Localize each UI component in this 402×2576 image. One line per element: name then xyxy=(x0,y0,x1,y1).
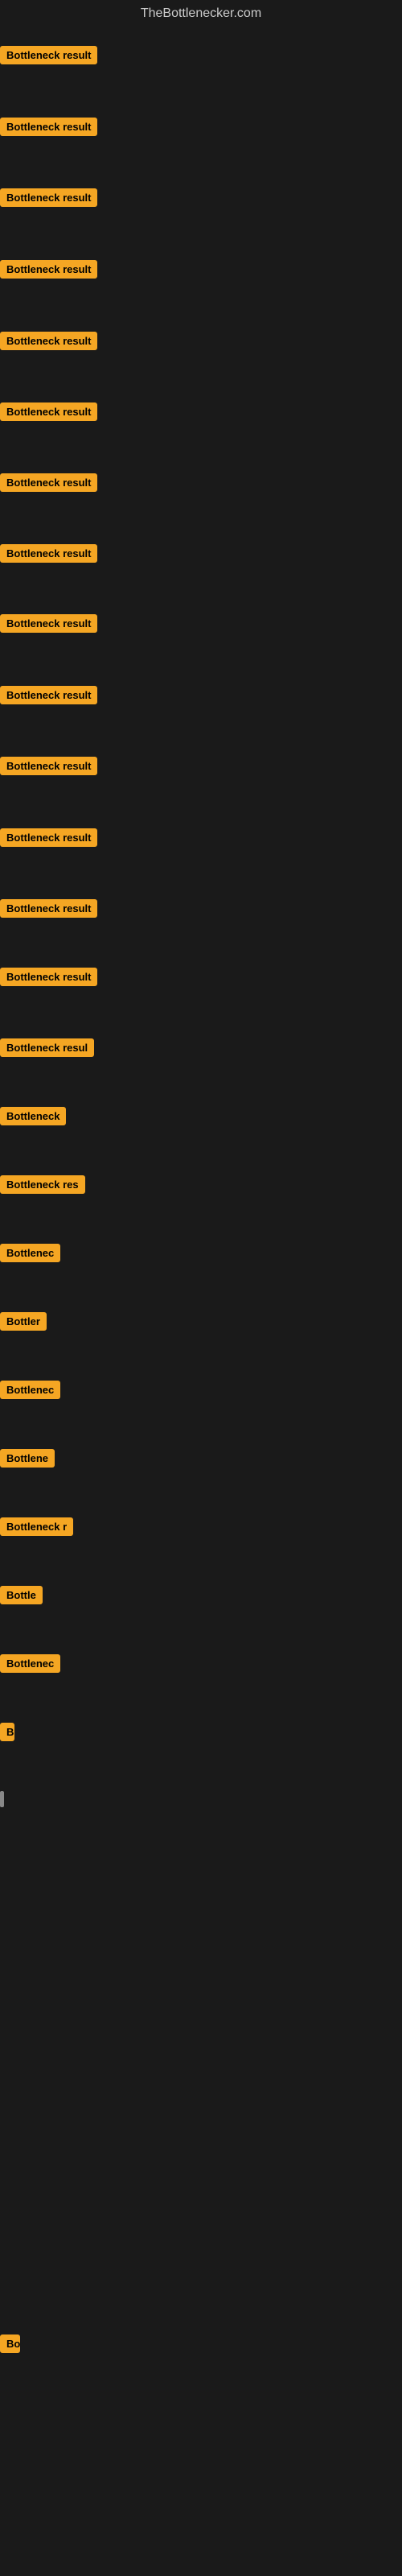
bottleneck-badge[interactable]: Bottleneck result xyxy=(0,614,97,637)
bottleneck-badge[interactable]: Bottlenec xyxy=(0,1381,60,1403)
bottleneck-badge[interactable]: Bottleneck result xyxy=(0,118,97,140)
badge-label: Bottleneck result xyxy=(0,544,97,563)
bottleneck-badge[interactable]: Bottleneck result xyxy=(0,686,97,708)
badge-label: Bottleneck result xyxy=(0,332,97,350)
bottleneck-badge[interactable]: Bottleneck result xyxy=(0,828,97,851)
bottleneck-badge[interactable]: Bottleneck xyxy=(0,1107,66,1129)
bottleneck-badge[interactable]: Bottleneck result xyxy=(0,260,97,283)
badge-label: Bottleneck result xyxy=(0,473,97,492)
badge-label: Bottleneck result xyxy=(0,46,97,64)
badge-label: Bottlene xyxy=(0,1449,55,1468)
cursor-indicator xyxy=(0,1791,4,1807)
bottleneck-badge[interactable]: Bo xyxy=(0,2334,20,2357)
bottleneck-badge[interactable]: Bottleneck result xyxy=(0,46,97,68)
bottleneck-badge[interactable]: Bottleneck resul xyxy=(0,1038,94,1061)
bottleneck-badge[interactable]: Bottleneck r xyxy=(0,1517,73,1540)
badge-label: Bottleneck result xyxy=(0,118,97,136)
badge-label: Bottle xyxy=(0,1586,43,1604)
badge-label: Bottlenec xyxy=(0,1244,60,1262)
badge-label: Bottleneck result xyxy=(0,757,97,775)
bottleneck-badge[interactable]: Bottleneck result xyxy=(0,332,97,354)
site-title: TheBottlenecker.com xyxy=(0,0,402,27)
bottleneck-badge[interactable]: Bottle xyxy=(0,1586,43,1608)
badge-label: B xyxy=(0,1723,14,1741)
bottleneck-badge[interactable]: Bottlene xyxy=(0,1449,55,1472)
badge-label: Bottleneck resul xyxy=(0,1038,94,1057)
bottleneck-badge[interactable]: Bottleneck result xyxy=(0,544,97,567)
badge-label: Bottleneck result xyxy=(0,614,97,633)
badge-label: Bottleneck r xyxy=(0,1517,73,1536)
bottleneck-badge[interactable]: Bottler xyxy=(0,1312,47,1335)
bottleneck-badge[interactable]: Bottleneck result xyxy=(0,473,97,496)
bottleneck-badge[interactable]: Bottleneck result xyxy=(0,757,97,779)
badge-label: Bo xyxy=(0,2334,20,2353)
badge-label: Bottleneck result xyxy=(0,402,97,421)
bottleneck-badge[interactable]: B xyxy=(0,1723,14,1745)
badge-label: Bottleneck result xyxy=(0,260,97,279)
badge-label: Bottleneck result xyxy=(0,968,97,986)
bottleneck-badge[interactable]: Bottlenec xyxy=(0,1244,60,1266)
badge-label: Bottlenec xyxy=(0,1654,60,1673)
bottleneck-badge[interactable]: Bottleneck result xyxy=(0,188,97,211)
badge-label: Bottleneck result xyxy=(0,899,97,918)
badge-label: Bottleneck result xyxy=(0,828,97,847)
badge-label: Bottler xyxy=(0,1312,47,1331)
bottleneck-badge[interactable]: Bottleneck result xyxy=(0,899,97,922)
bottleneck-badge[interactable]: Bottleneck result xyxy=(0,402,97,425)
badge-label: Bottleneck res xyxy=(0,1175,85,1194)
bottleneck-badge[interactable]: Bottlenec xyxy=(0,1654,60,1677)
bottleneck-badge[interactable]: Bottleneck result xyxy=(0,968,97,990)
badge-label: Bottleneck result xyxy=(0,188,97,207)
badge-label: Bottlenec xyxy=(0,1381,60,1399)
badge-label: Bottleneck result xyxy=(0,686,97,704)
badge-label: Bottleneck xyxy=(0,1107,66,1125)
bottleneck-badge[interactable]: Bottleneck res xyxy=(0,1175,85,1198)
